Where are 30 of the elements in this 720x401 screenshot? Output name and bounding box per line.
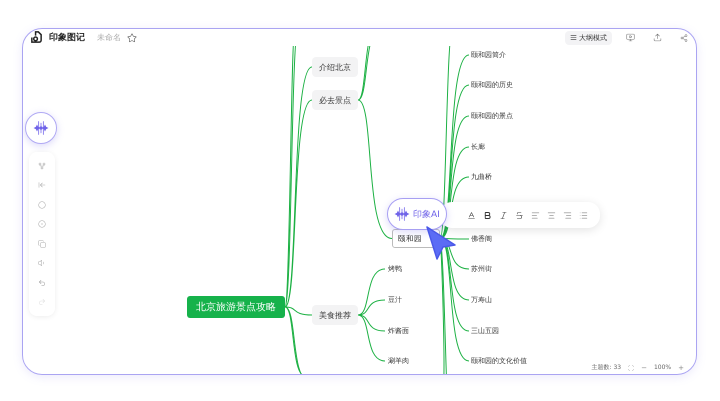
upload-icon[interactable]	[653, 33, 662, 42]
logo-icon	[30, 31, 43, 44]
align-left-icon[interactable]	[531, 210, 540, 220]
share-icon[interactable]	[680, 34, 688, 42]
target-icon[interactable]	[38, 220, 46, 228]
align-right-icon[interactable]	[563, 210, 572, 220]
sparkle-icon	[33, 120, 49, 136]
presentation-icon[interactable]	[626, 33, 635, 42]
bold-icon[interactable]	[483, 210, 492, 220]
undo-icon[interactable]	[38, 278, 46, 287]
copy-icon[interactable]	[38, 240, 46, 248]
speaker-icon[interactable]	[38, 259, 46, 268]
star-icon[interactable]	[127, 32, 137, 42]
ai-assistant-button[interactable]	[25, 112, 57, 144]
sparkle-icon	[394, 206, 410, 222]
ai-button[interactable]: 印象AI	[387, 198, 447, 230]
branch-topic[interactable]: 介绍北京	[312, 57, 358, 77]
italic-icon[interactable]	[499, 210, 508, 220]
branch-topic[interactable]: 美食推荐	[312, 305, 358, 325]
circle-icon[interactable]	[38, 200, 46, 209]
list-icon	[570, 34, 577, 41]
strikethrough-icon[interactable]	[515, 210, 524, 220]
cursor-icon	[425, 225, 457, 261]
bullet-list-icon[interactable]	[579, 210, 588, 220]
app-name: 印象图记	[49, 31, 85, 44]
branch-topic[interactable]: 必去景点	[312, 90, 358, 110]
arrow-left-icon[interactable]	[38, 181, 46, 190]
branch-icon[interactable]	[38, 162, 46, 170]
align-center-icon[interactable]	[547, 210, 556, 220]
text-color-icon[interactable]	[467, 210, 476, 220]
